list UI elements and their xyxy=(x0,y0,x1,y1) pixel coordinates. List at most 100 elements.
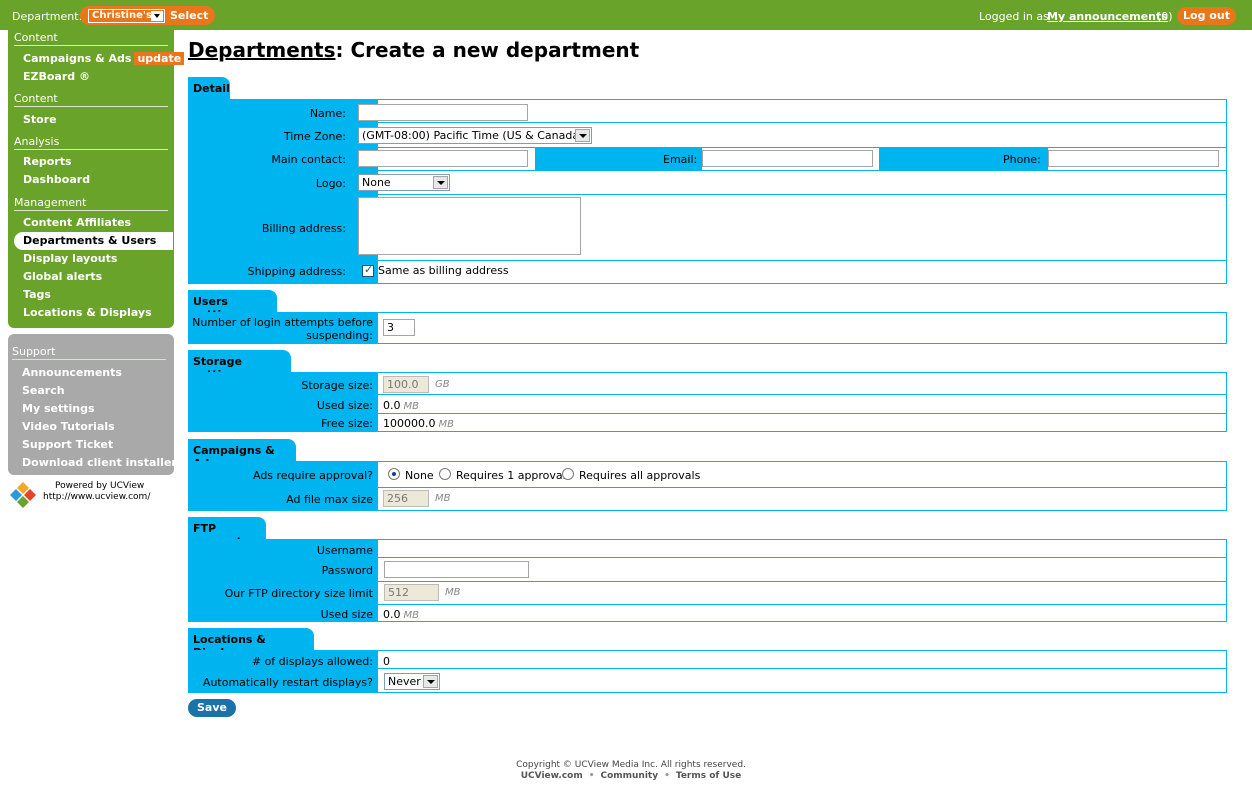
sidebar-item-campaigns-ads[interactable]: Campaigns & Ads update xyxy=(23,52,185,65)
login-attempts-label-1: Number of login attempts before xyxy=(192,316,373,329)
approval-one-radio[interactable] xyxy=(439,468,451,480)
ad-max-size-input[interactable]: 256 xyxy=(383,490,429,507)
ftp-password-label: Password xyxy=(321,564,373,577)
sidebar-item-content-affiliates[interactable]: Content Affiliates xyxy=(23,216,131,229)
shipping-address-label: Shipping address: xyxy=(247,265,346,278)
timezone-select[interactable]: (GMT-08:00) Pacific Time (US & Canada) xyxy=(358,127,592,144)
footer-link-terms[interactable]: Terms of Use xyxy=(676,771,741,781)
ftp-dir-limit-unit: MB xyxy=(445,587,461,598)
update-badge: update xyxy=(134,52,185,65)
sidebar-item-store[interactable]: Store xyxy=(23,113,57,126)
department-select-button[interactable]: Select xyxy=(170,9,208,22)
name-input[interactable] xyxy=(358,104,528,121)
page-title: Departments: Create a new department xyxy=(188,38,639,62)
section-detail: Name: Time Zone: (GMT-08:00) Pacific Tim… xyxy=(188,99,1227,284)
used-size-unit: MB xyxy=(403,401,420,412)
restart-displays-label: Automatically restart displays? xyxy=(202,676,373,689)
ftp-used-size-label: Used size xyxy=(320,608,373,621)
phone-label: Phone: xyxy=(1003,153,1041,166)
section-tab-ftp: FTP account xyxy=(188,517,266,548)
sidebar-heading-content-2: Content xyxy=(14,92,168,107)
storage-size-input[interactable]: 100.0 xyxy=(383,376,429,393)
footer-links: UCView.com • Community • Terms of Use xyxy=(0,771,1252,781)
ucview-logo-icon xyxy=(10,482,36,508)
sidebar-item-search[interactable]: Search xyxy=(22,384,65,397)
sidebar-item-label: Departments & Users xyxy=(23,234,157,247)
sidebar-item-download-client[interactable]: Download client installer xyxy=(22,456,177,469)
timezone-value: (GMT-08:00) Pacific Time (US & Canada) xyxy=(362,129,584,142)
footer-link-community[interactable]: Community xyxy=(600,771,658,781)
chevron-down-icon xyxy=(433,176,448,189)
ftp-used-size-value: 0.0 MB xyxy=(383,608,419,621)
breadcrumb-departments[interactable]: Departments xyxy=(188,38,336,62)
free-size-label: Free size: xyxy=(321,417,373,430)
storage-size-label: Storage size: xyxy=(301,379,373,392)
powered-by-url[interactable]: http://www.ucview.com/ xyxy=(43,492,150,502)
same-as-billing-label: Same as billing address xyxy=(378,264,509,277)
used-size-value: 0.0 MB xyxy=(383,399,419,412)
section-tab-users: Users settings xyxy=(188,290,277,321)
sidebar-item-tags[interactable]: Tags xyxy=(23,288,51,301)
free-size-value: 100000.0 MB xyxy=(383,417,454,430)
sidebar-item-label: Campaigns & Ads xyxy=(23,52,132,65)
sidebar-item-display-layouts[interactable]: Display layouts xyxy=(23,252,117,265)
sidebar-heading-support: Support xyxy=(12,345,166,360)
section-ftp: Username Password Our FTP directory size… xyxy=(188,539,1227,622)
sidebar-item-support-ticket[interactable]: Support Ticket xyxy=(22,438,113,451)
section-tab-locations: Locations & Displays xyxy=(188,628,314,659)
footer-separator: • xyxy=(588,771,595,781)
logged-in-label: Logged in as xyxy=(979,10,1049,23)
logout-button[interactable]: Log out xyxy=(1177,7,1236,25)
sidebar-heading-analysis: Analysis xyxy=(14,135,168,150)
login-attempts-label-2: suspending: xyxy=(306,329,373,342)
section-users: Number of login attempts before suspendi… xyxy=(188,312,1227,344)
main-contact-input[interactable] xyxy=(358,150,528,167)
approval-none-radio[interactable] xyxy=(388,468,400,480)
billing-address-textarea[interactable] xyxy=(358,197,581,255)
same-as-billing-checkbox[interactable] xyxy=(362,263,374,277)
name-label: Name: xyxy=(309,107,346,120)
sidebar-item-reports[interactable]: Reports xyxy=(23,155,72,168)
footer-link-ucview[interactable]: UCView.com xyxy=(521,771,583,781)
restart-displays-select[interactable]: Never xyxy=(384,673,440,690)
department-label: Department: xyxy=(12,10,83,23)
sidebar-item-ezboard[interactable]: EZBoard ® xyxy=(23,70,90,83)
ftp-dir-limit-input[interactable]: 512 xyxy=(384,584,439,601)
sidebar-item-my-settings[interactable]: My settings xyxy=(22,402,95,415)
sidebar-item-video-tutorials[interactable]: Video Tutorials xyxy=(22,420,115,433)
restart-displays-value: Never xyxy=(388,675,421,688)
sidebar-item-departments-users[interactable]: Departments & Users xyxy=(14,232,173,250)
announcement-count: (0) xyxy=(1157,10,1173,23)
logo-label: Logo: xyxy=(315,177,346,190)
ftp-password-input[interactable] xyxy=(384,561,529,578)
approval-none-label: None xyxy=(405,469,434,482)
section-tab-detail: Detail xyxy=(188,77,230,99)
ftp-used-size-unit: MB xyxy=(403,610,420,621)
my-announcements-link[interactable]: My announcements xyxy=(1047,10,1168,23)
powered-by-text: Powered by UCView xyxy=(55,481,145,491)
sidebar-item-locations-displays[interactable]: Locations & Displays xyxy=(23,306,152,319)
approval-all-radio[interactable] xyxy=(562,468,574,480)
email-input[interactable] xyxy=(702,150,873,167)
sidebar-heading-content: Content xyxy=(14,31,168,46)
storage-size-unit: GB xyxy=(435,379,450,390)
department-select[interactable]: Christine's xyxy=(88,9,165,23)
copyright-text: Copyright © UCView Media Inc. All rights… xyxy=(516,760,746,770)
login-attempts-input[interactable]: 3 xyxy=(383,319,415,336)
section-tab-campaigns: Campaigns & Ads xyxy=(188,439,296,470)
chevron-down-icon xyxy=(151,11,163,21)
page-title-text: : Create a new department xyxy=(335,38,640,62)
free-size-unit: MB xyxy=(438,419,455,430)
ads-approval-label: Ads require approval? xyxy=(252,469,373,482)
footer-separator: • xyxy=(664,771,670,781)
approval-one-label: Requires 1 approval xyxy=(456,469,566,482)
free-size-number: 100000.0 xyxy=(383,417,436,430)
sidebar-item-global-alerts[interactable]: Global alerts xyxy=(23,270,102,283)
save-button[interactable]: Save xyxy=(188,699,236,717)
phone-input[interactable] xyxy=(1048,150,1219,167)
section-storage: Storage size: 100.0 GB Used size: 0.0 MB … xyxy=(188,372,1227,432)
logo-select[interactable]: None xyxy=(358,174,450,191)
ftp-dir-limit-label: Our FTP directory size limit xyxy=(224,587,373,600)
sidebar-item-announcements[interactable]: Announcements xyxy=(22,366,122,379)
sidebar-item-dashboard[interactable]: Dashboard xyxy=(23,173,90,186)
